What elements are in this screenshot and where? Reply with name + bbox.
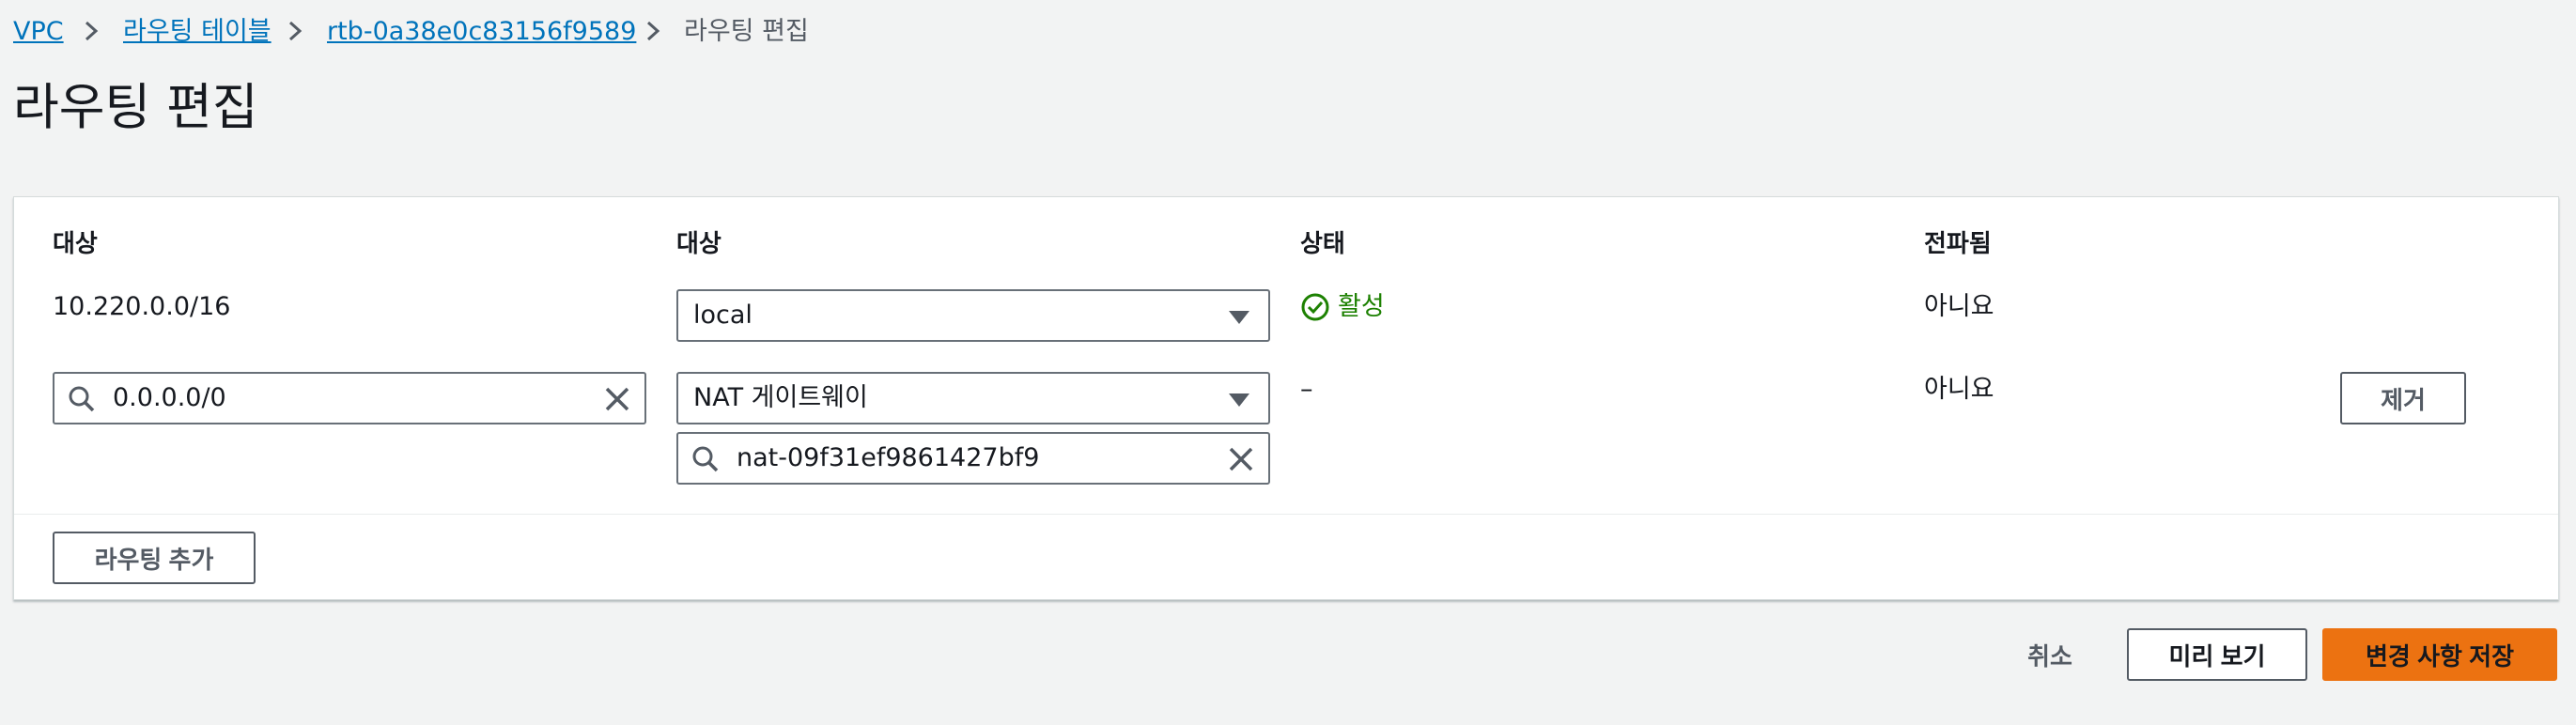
- propagated-text: 아니요: [1924, 375, 1994, 404]
- target-id-input[interactable]: nat-09f31ef9861427bf9: [676, 432, 1270, 485]
- breadcrumb-current: 라우팅 편집: [684, 17, 809, 46]
- search-icon: [69, 386, 95, 412]
- remove-route-button[interactable]: 제거: [2340, 372, 2466, 424]
- dropdown-caret-icon: [1229, 311, 1249, 324]
- breadcrumb-link-route-tables[interactable]: 라우팅 테이블: [123, 15, 272, 49]
- routes-editor-card: 대상 대상 상태 전파됨 10.220.0.0/16 local 활성 아니요 …: [13, 196, 2559, 600]
- column-header-status: 상태: [1300, 230, 1345, 258]
- status-success-icon: [1301, 293, 1329, 321]
- chevron-right-icon: [288, 21, 303, 41]
- add-route-button[interactable]: 라우팅 추가: [53, 532, 256, 584]
- breadcrumb-link-vpc[interactable]: VPC: [13, 15, 64, 49]
- destination-input[interactable]: 0.0.0.0/0: [53, 372, 646, 424]
- column-header-propagated: 전파됨: [1924, 230, 1992, 258]
- search-icon: [692, 446, 719, 472]
- column-header-target: 대상: [676, 230, 722, 258]
- status-text: 활성: [1338, 292, 1385, 321]
- clear-icon[interactable]: [603, 385, 631, 413]
- status-indicator: 활성: [1300, 290, 1385, 324]
- chevron-right-icon: [646, 21, 660, 41]
- cancel-button[interactable]: 취소: [2010, 628, 2089, 681]
- clear-icon[interactable]: [1227, 445, 1255, 473]
- status-text: –: [1300, 375, 1313, 404]
- destination-cidr-text: 10.220.0.0/16: [53, 292, 231, 321]
- breadcrumb-link-route-table-id[interactable]: rtb-0a38e0c83156f9589: [327, 15, 636, 49]
- page-title: 라우팅 편집: [13, 79, 258, 136]
- save-changes-button[interactable]: 변경 사항 저장: [2322, 628, 2557, 681]
- preview-button[interactable]: 미리 보기: [2127, 628, 2307, 681]
- target-type-value: NAT 게이트웨이: [693, 383, 868, 412]
- target-type-select[interactable]: NAT 게이트웨이: [676, 372, 1270, 424]
- target-select[interactable]: local: [676, 289, 1270, 342]
- chevron-right-icon: [85, 21, 99, 41]
- divider: [14, 514, 2558, 515]
- dropdown-caret-icon: [1229, 393, 1249, 407]
- target-select-value: local: [693, 301, 753, 330]
- propagated-text: 아니요: [1924, 292, 1994, 321]
- target-id-value: nat-09f31ef9861427bf9: [737, 443, 1040, 472]
- column-header-destination: 대상: [53, 230, 98, 258]
- destination-input-value: 0.0.0.0/0: [113, 383, 226, 412]
